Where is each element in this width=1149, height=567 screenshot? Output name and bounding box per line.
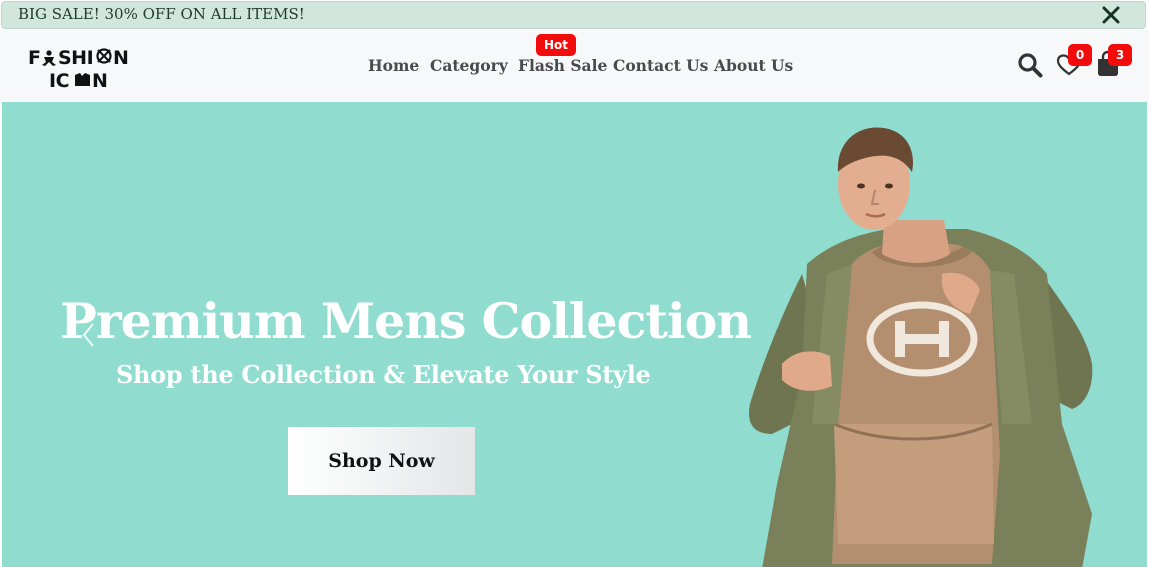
- svg-text:SHI: SHI: [58, 47, 93, 69]
- svg-text:F: F: [28, 47, 40, 69]
- shop-now-button[interactable]: Shop Now: [288, 427, 475, 495]
- nav-contact-us[interactable]: Contact Us: [613, 56, 708, 75]
- wishlist-count-badge: 0: [1068, 44, 1092, 66]
- hot-badge: Hot: [536, 34, 576, 56]
- hero-title: Premium Mens Collection: [60, 292, 752, 350]
- hero-model-image: [748, 127, 1093, 567]
- hero-banner: Premium Mens Collection Shop the Collect…: [2, 102, 1147, 567]
- cart-count-badge: 3: [1108, 44, 1132, 66]
- promo-text: BIG SALE! 30% OFF ON ALL ITEMS!: [18, 5, 305, 23]
- svg-text:N: N: [113, 47, 129, 69]
- close-icon[interactable]: [1101, 5, 1121, 25]
- nav-home[interactable]: Home: [368, 56, 419, 75]
- nav-about-us[interactable]: About Us: [714, 56, 793, 75]
- svg-text:N: N: [92, 70, 108, 90]
- nav-category[interactable]: Category: [430, 56, 508, 75]
- svg-text:IC: IC: [49, 70, 69, 90]
- search-icon[interactable]: [1017, 52, 1043, 78]
- promo-banner: BIG SALE! 30% OFF ON ALL ITEMS!: [1, 1, 1146, 29]
- navbar: F SHI N IC N Home Category Flash Sale Co…: [0, 30, 1149, 102]
- nav-flash-sale[interactable]: Flash Sale: [518, 56, 607, 75]
- brand-logo[interactable]: F SHI N IC N: [28, 44, 132, 90]
- hero-subtitle: Shop the Collection & Elevate Your Style: [116, 360, 651, 389]
